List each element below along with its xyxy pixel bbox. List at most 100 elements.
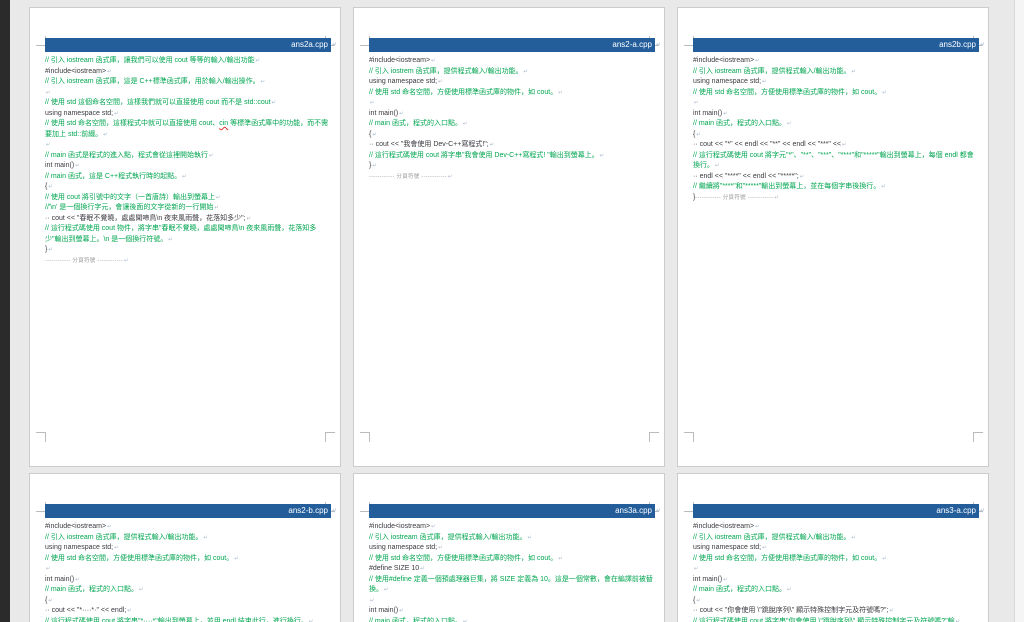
page-text-area[interactable]: #include<iostream>↵// 引入 iostream 函式庫，提供… — [693, 522, 977, 622]
code-line[interactable]: int main()↵ — [369, 606, 653, 617]
paragraph-mark-icon: ↵ — [889, 608, 895, 614]
vertical-scrollbar[interactable] — [1014, 0, 1024, 622]
comment-line[interactable]: // 使用 std 命名空間，方便使用標準函式庫的物件，如 cout。↵ — [693, 88, 977, 99]
comment-line[interactable]: // 使用 std 這個命名空間，這樣我們就可以直接使用 cout 而不是 st… — [45, 98, 329, 109]
filename-label[interactable]: ans2-b.cpp — [288, 506, 328, 516]
comment-line[interactable]: // 這行程式碼使用 cout 將字元"*"、"**"、"***"、"****"… — [693, 151, 977, 172]
comment-line[interactable]: // main 函式，程式的入口點。↵ — [693, 585, 977, 596]
page-title-bar: ans2-b.cpp — [45, 504, 331, 518]
paragraph-mark-icon: ↵ — [384, 587, 389, 593]
code-line[interactable]: {↵ — [45, 182, 329, 193]
comment-line[interactable]: // main 函式，程式的入口點。↵ — [369, 119, 653, 130]
comment-line[interactable]: // 這行程式碼使用 cout 物件，將字串"春眠不覺曉，處處聞啼鳥\n 夜來風… — [45, 224, 329, 245]
code-line[interactable]: ·· cout << "*····*·" << endl;↵ — [45, 606, 329, 617]
page-break-line[interactable]: ------------ 分頁符號 ------------↵ — [45, 256, 329, 267]
blank-line[interactable]: ↵ — [369, 596, 653, 607]
comment-line[interactable]: // main 函式，程式的入口點。↵ — [45, 585, 329, 596]
paragraph-mark-icon: ↵ — [882, 555, 887, 562]
filename-label[interactable]: ans2b.cpp — [939, 40, 976, 50]
comment-line[interactable]: // 引入 iostream 函式庫，這是 C++標準函式庫，用於輸入/輸出操作… — [45, 77, 329, 88]
filename-label[interactable]: ans2a.cpp — [291, 40, 328, 50]
code-line[interactable]: int main()↵ — [45, 161, 329, 172]
paragraph-mark-icon: ↵ — [655, 508, 661, 514]
code-line[interactable]: ·· cout << "春眠不覺曉，處處聞啼鳥\n 夜來風雨聲，花落知多少";↵ — [45, 214, 329, 225]
code-line[interactable]: #define SIZE 10↵ — [369, 564, 653, 575]
blank-line[interactable]: ↵ — [369, 98, 653, 109]
comment-line[interactable]: // 使用 std 命名空間，方便使用標準函式庫的物件，如 cout。↵ — [369, 88, 653, 99]
document-canvas: ans2a.cpp ↵ // 引入 iostream 函式庫，讓我們可以使用 cou… — [0, 0, 1024, 622]
filename-label[interactable]: ans3-a.cpp — [936, 506, 976, 516]
code-line[interactable]: using namespace std;↵ — [693, 543, 977, 554]
page-text-area[interactable]: // 引入 iostream 函式庫，讓我們可以使用 cout 等等的輸入/輸出… — [45, 56, 329, 432]
comment-line[interactable]: // 這行程式碼使用 cout 將字串"我會使用 Dev-C++寫程式! "輸出… — [369, 151, 653, 162]
code-line[interactable]: ·· cout << "你會使用 \"跳脫序列\" 顯示特殊控制字元及符號嗎?"… — [693, 606, 977, 617]
page-text-area[interactable]: #include<iostream>↵// 引入 iostrem 函式庫，提供程… — [369, 56, 653, 432]
code-line[interactable]: using namespace std;↵ — [45, 109, 329, 120]
code-line[interactable]: #include<iostream>↵ — [369, 56, 653, 67]
code-line[interactable]: int main()↵ — [45, 575, 329, 586]
blank-line[interactable]: ↵ — [45, 140, 329, 151]
comment-line[interactable]: // main 函式，程式的入口點。↵ — [693, 119, 977, 130]
comment-line[interactable]: // 引入 iostream 函式庫，提供程式輸入/輸出功能。↵ — [693, 533, 977, 544]
page-break-line[interactable]: ------------ 分頁符號 ------------↵ — [369, 172, 653, 183]
code-line[interactable]: using namespace std;↵ — [369, 543, 653, 554]
blank-line[interactable]: ↵ — [45, 88, 329, 99]
code-line[interactable]: {↵ — [693, 130, 977, 141]
comment-line[interactable]: // main 函式是程式的進入點，程式會從這裡開始執行↵ — [45, 151, 329, 162]
code-line[interactable]: ·· cout << "我會使用 Dev-C++寫程式!";↵ — [369, 140, 653, 151]
comment-line[interactable]: // 引入 iostream 函式庫，提供程式輸入/輸出功能。↵ — [45, 533, 329, 544]
comment-line[interactable]: // 這行程式碼使用 cout 將字串"你會使用 \"跳脫序列\" 顯示特殊控制… — [693, 617, 977, 622]
comment-line[interactable]: //'\n' 是一個換行字元，會讓後面的文字從新的一行開始↵ — [45, 203, 329, 214]
code-line[interactable]: #include<iostream>↵ — [369, 522, 653, 533]
paragraph-mark-icon: ↵ — [46, 89, 51, 96]
paragraph-mark-icon: ↵ — [46, 566, 51, 572]
filename-label[interactable]: ans3a.cpp — [615, 506, 652, 516]
code-line[interactable]: using namespace std;↵ — [369, 77, 653, 88]
code-line[interactable]: using namespace std;↵ — [693, 77, 977, 88]
page-text-area[interactable]: #include<iostream>↵// 引入 iostream 函式庫，提供… — [693, 56, 977, 432]
comment-line[interactable]: // 使用 std 命名空間，這樣程式中就可以直接使用 cout、cin 等標準… — [45, 119, 329, 140]
paragraph-mark-icon: ↵ — [260, 79, 266, 85]
code-line[interactable]: {↵ — [693, 596, 977, 607]
code-line[interactable]: {↵ — [369, 130, 653, 141]
comment-line[interactable]: // 引入 iostream 函式庫，提供程式輸入/輸出功能。↵ — [369, 533, 653, 544]
code-line[interactable]: int main()↵ — [693, 109, 977, 120]
code-line[interactable]: {↵ — [45, 596, 329, 607]
code-line[interactable]: int main()↵ — [693, 575, 977, 586]
comment-line[interactable]: // main 函式，這是 C++程式執行時的起點。↵ — [45, 172, 329, 183]
comment-line[interactable]: // 引入 iostream 函式庫，讓我們可以使用 cout 等等的輸入/輸出… — [45, 56, 329, 67]
comment-line[interactable]: // 使用#define 定義一個預處理器巨集，將 SIZE 定義為 10。這是… — [369, 575, 653, 596]
code-and-page-break-line[interactable]: }------------ 分頁符號 ------------↵ — [693, 193, 977, 204]
paragraph-mark-icon: ↵ — [370, 100, 375, 106]
margin-crop-mark — [360, 432, 370, 442]
comment-line[interactable]: // main 函式，程式的入口點。↵ — [369, 617, 653, 622]
page-text-area[interactable]: #include<iostream>↵// 引入 iostream 函式庫，提供… — [369, 522, 653, 622]
filename-label[interactable]: ans2-a.cpp — [612, 40, 652, 50]
code-line[interactable]: }↵ — [369, 161, 653, 172]
blank-line[interactable]: ↵ — [693, 564, 977, 575]
comment-line[interactable]: // 使用 std 命名空間，方便使用標準函式庫的物件，如 cout。↵ — [369, 554, 653, 565]
blank-line[interactable]: ↵ — [693, 98, 977, 109]
page-text-area[interactable]: #include<iostream>↵// 引入 iostream 函式庫，提供… — [45, 522, 329, 622]
code-line[interactable]: #include<iostream>↵ — [693, 56, 977, 67]
code-line[interactable]: int main()↵ — [369, 109, 653, 120]
comment-line[interactable]: // 引入 iostream 函式庫，提供程式輸入/輸出功能。↵ — [693, 67, 977, 78]
paragraph-mark-icon: ↵ — [48, 184, 53, 190]
code-line[interactable]: #include<iostream>↵ — [45, 522, 329, 533]
comment-line[interactable]: // 使用 std 命名空間，方便使用標準函式庫的物件，如 cout。↵ — [693, 554, 977, 565]
document-page: ans3a.cpp ↵ #include<iostream>↵// 引入 iostr… — [354, 474, 664, 622]
code-line[interactable]: using namespace std;↵ — [45, 543, 329, 554]
comment-line[interactable]: // 繼續將"****"和"*****"輸出到螢幕上，並在每個字串後換行。↵ — [693, 182, 977, 193]
document-page: ans3-a.cpp ↵ #include<iostream>↵// 引入 iost… — [678, 474, 988, 622]
comment-line[interactable]: // 引入 iostrem 函式庫，提供程式輸入/輸出功能。↵ — [369, 67, 653, 78]
code-line[interactable]: #include<iostream>↵ — [45, 67, 329, 78]
comment-line[interactable]: // 使用 std 命名空間，方便使用標準函式庫的物件，如 cout。↵ — [45, 554, 329, 565]
code-line[interactable]: }↵ — [45, 245, 329, 256]
code-line[interactable]: ·· endl << "****" << endl << "*****";↵ — [693, 172, 977, 183]
comment-line[interactable]: // 這行程式碼使用 cout 將字串"*····*"輸出到螢幕上，並用 end… — [45, 617, 329, 622]
paragraph-mark-icon: ↵ — [215, 194, 221, 201]
comment-line[interactable]: // 使用 cout 將引號中的文字（一首唐詩）輸出到螢幕上↵ — [45, 193, 329, 204]
code-line[interactable]: ·· cout << "*" << endl << "**" << endl <… — [693, 140, 977, 151]
code-line[interactable]: #include<iostream>↵ — [693, 522, 977, 533]
blank-line[interactable]: ↵ — [45, 564, 329, 575]
